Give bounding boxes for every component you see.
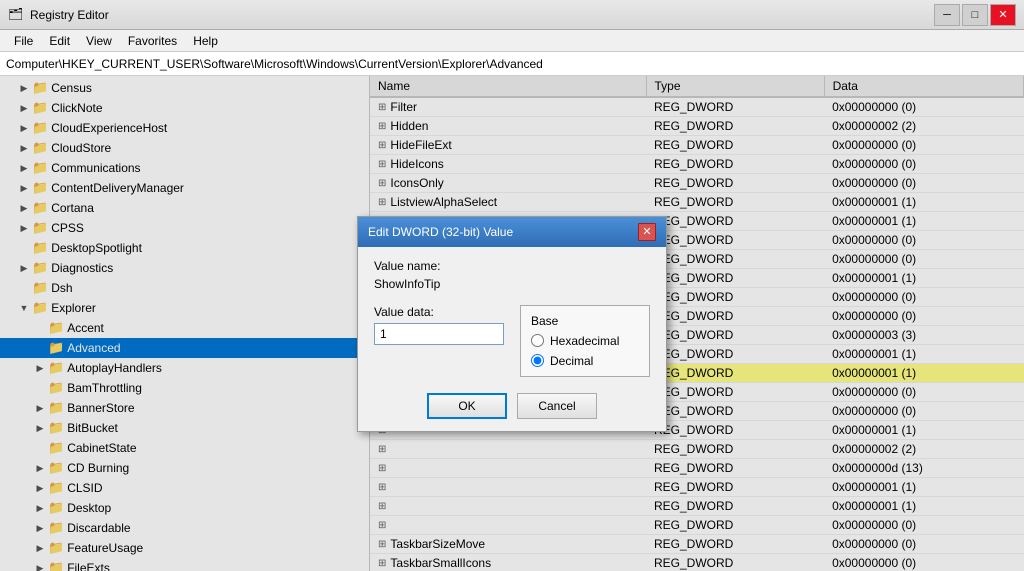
title-bar: 🗂 Registry Editor ─ □ ✕ xyxy=(0,0,1024,30)
address-bar: Computer\HKEY_CURRENT_USER\Software\Micr… xyxy=(0,52,1024,76)
value-data-input[interactable] xyxy=(374,323,504,345)
minimize-button[interactable]: ─ xyxy=(934,4,960,26)
value-data-label: Value data: xyxy=(374,305,504,319)
base-col: Base Hexadecimal Decimal xyxy=(520,305,650,377)
close-button[interactable]: ✕ xyxy=(990,4,1016,26)
menu-favorites[interactable]: Favorites xyxy=(120,32,185,50)
value-data-col: Value data: xyxy=(374,305,504,377)
dialog-body: Value name: ShowInfoTip Value data: Base xyxy=(358,247,666,431)
value-name-display: ShowInfoTip xyxy=(374,277,650,291)
menu-help[interactable]: Help xyxy=(185,32,226,50)
menu-view[interactable]: View xyxy=(78,32,120,50)
base-box: Base Hexadecimal Decimal xyxy=(520,305,650,377)
dialog-title: Edit DWORD (32-bit) Value xyxy=(368,225,513,239)
decimal-option[interactable]: Decimal xyxy=(531,354,639,368)
hexadecimal-label: Hexadecimal xyxy=(550,334,619,348)
decimal-radio[interactable] xyxy=(531,354,544,367)
window-title: Registry Editor xyxy=(30,8,934,22)
dialog-buttons: OK Cancel xyxy=(374,393,650,419)
maximize-button[interactable]: □ xyxy=(962,4,988,26)
dialog-close-button[interactable]: ✕ xyxy=(638,223,656,241)
hexadecimal-radio[interactable] xyxy=(531,334,544,347)
base-radio-group: Hexadecimal Decimal xyxy=(531,334,639,368)
main-content: 📁Census📁ClickNote📁CloudExperienceHost📁Cl… xyxy=(0,76,1024,571)
hexadecimal-option[interactable]: Hexadecimal xyxy=(531,334,639,348)
decimal-label: Decimal xyxy=(550,354,593,368)
dialog-title-bar: Edit DWORD (32-bit) Value ✕ xyxy=(358,217,666,247)
dialog-overlay: Edit DWORD (32-bit) Value ✕ Value name: … xyxy=(0,76,1024,571)
address-path: Computer\HKEY_CURRENT_USER\Software\Micr… xyxy=(6,57,543,71)
cancel-button[interactable]: Cancel xyxy=(517,393,597,419)
edit-dword-dialog: Edit DWORD (32-bit) Value ✕ Value name: … xyxy=(357,216,667,432)
base-label: Base xyxy=(531,314,639,328)
menu-edit[interactable]: Edit xyxy=(41,32,78,50)
value-name-label: Value name: xyxy=(374,259,650,273)
menu-bar: File Edit View Favorites Help xyxy=(0,30,1024,52)
window-controls: ─ □ ✕ xyxy=(934,4,1016,26)
ok-button[interactable]: OK xyxy=(427,393,507,419)
app-icon: 🗂 xyxy=(8,7,24,23)
dialog-inputs-row: Value data: Base Hexadecimal xyxy=(374,305,650,377)
menu-file[interactable]: File xyxy=(6,32,41,50)
